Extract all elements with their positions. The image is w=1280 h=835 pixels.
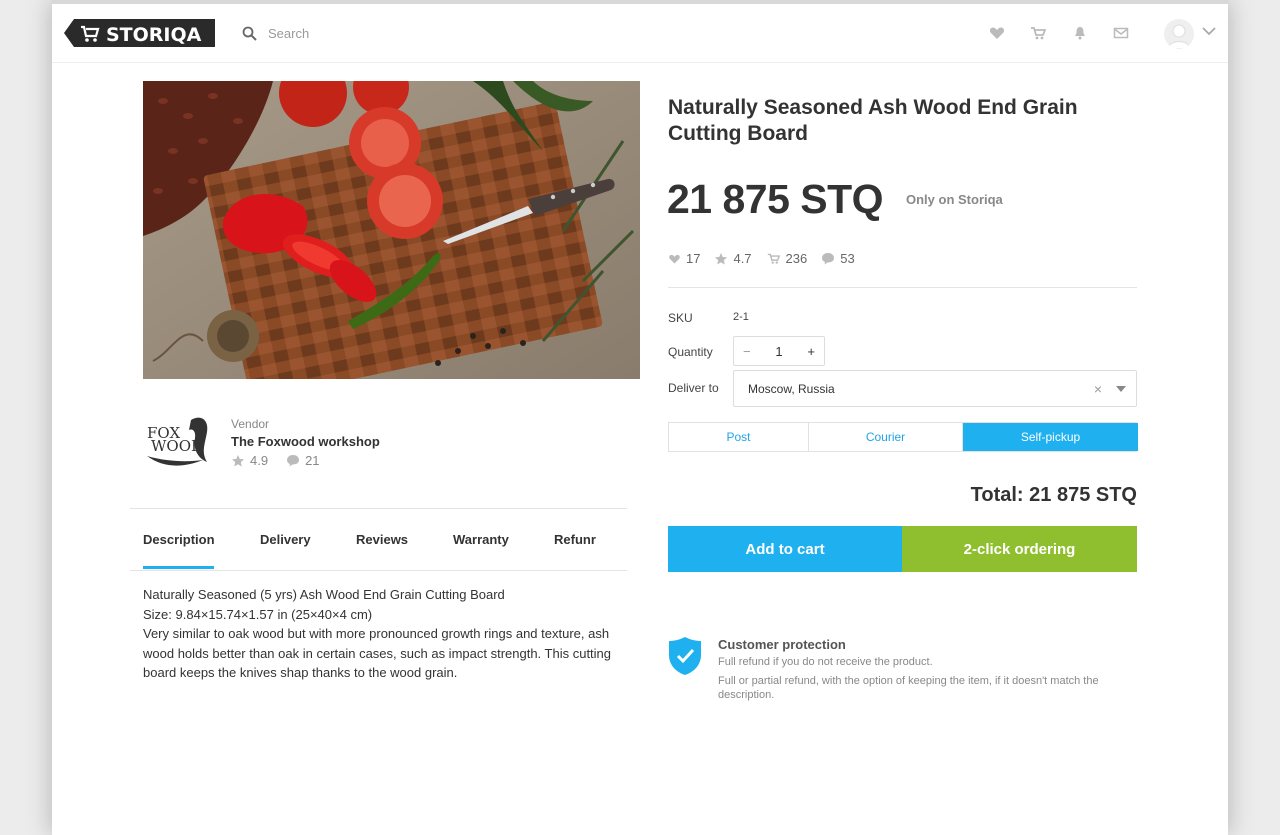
- quantity-value[interactable]: 1: [775, 344, 782, 359]
- dropdown-caret-icon[interactable]: [1116, 386, 1126, 392]
- stats-divider: [668, 287, 1137, 288]
- comments-stat[interactable]: 53: [821, 251, 855, 266]
- logo-text: STORIQA: [106, 24, 202, 46]
- quantity-stepper[interactable]: − 1 +: [733, 336, 825, 366]
- vendor-divider: [130, 508, 627, 509]
- description-line-3: Very similar to oak wood but with more p…: [143, 626, 612, 680]
- quantity-increment-button[interactable]: +: [807, 344, 815, 359]
- active-tab-indicator: [143, 566, 214, 569]
- delivery-method-selector: Post Courier Self-pickup: [668, 422, 1138, 452]
- exclusive-label: Only on Storiqa: [906, 192, 1003, 207]
- sku-value: 2-1: [733, 311, 749, 323]
- shield-check-icon: [669, 637, 701, 675]
- deliver-to-value: Moscow, Russia: [748, 382, 835, 396]
- vendor-name[interactable]: The Foxwood workshop: [231, 434, 380, 449]
- vendor-caption: Vendor: [231, 417, 270, 431]
- orders-count: 236: [785, 251, 808, 266]
- deliver-label: Deliver to: [668, 381, 719, 395]
- search-icon[interactable]: [242, 26, 258, 42]
- bell-icon[interactable]: [1072, 25, 1088, 41]
- cutting-board-photo: [143, 81, 640, 379]
- star-icon: [232, 454, 244, 466]
- header: STORIQA: [52, 4, 1228, 63]
- tab-warranty[interactable]: Warranty: [453, 532, 509, 547]
- tabs-divider: [130, 570, 627, 571]
- likes-count: 17: [686, 251, 701, 266]
- heart-icon: [669, 254, 680, 263]
- tab-delivery[interactable]: Delivery: [260, 532, 311, 547]
- heart-icon[interactable]: [989, 25, 1005, 41]
- comment-icon: [822, 253, 835, 265]
- search-input[interactable]: [268, 20, 568, 46]
- delivery-method-courier[interactable]: Courier: [808, 423, 962, 451]
- vendor-logo[interactable]: FOX WOOD: [143, 410, 215, 472]
- deliver-to-select[interactable]: Moscow, Russia ×: [733, 370, 1137, 407]
- tab-reviews[interactable]: Reviews: [356, 532, 408, 547]
- quantity-decrement-button[interactable]: −: [743, 344, 751, 359]
- vendor-comments: 21: [305, 453, 320, 468]
- cart-icon[interactable]: [1030, 25, 1046, 41]
- total-price: Total: 21 875 STQ: [970, 484, 1137, 506]
- avatar[interactable]: [1164, 19, 1194, 49]
- tab-refund[interactable]: Refunr: [554, 532, 596, 547]
- two-click-order-button[interactable]: 2-click ordering: [902, 526, 1137, 572]
- description-line-1: Naturally Seasoned (5 yrs) Ash Wood End …: [143, 587, 505, 602]
- tab-description[interactable]: Description: [143, 532, 215, 547]
- cart-icon: [767, 253, 780, 264]
- comment-icon: [287, 455, 300, 467]
- add-to-cart-button[interactable]: Add to cart: [668, 526, 902, 572]
- product-title: Naturally Seasoned Ash Wood End Grain Cu…: [668, 96, 1078, 145]
- chevron-down-icon[interactable]: [1202, 26, 1216, 36]
- user-icon: [1167, 24, 1191, 49]
- vendor-rating: 4.9: [250, 453, 269, 468]
- protection-line-2: Full or partial refund, with the option …: [718, 675, 1099, 701]
- app-window: STORIQA Search FOX WOOD Vendor The Foxwo…: [52, 0, 1228, 835]
- comments-count: 53: [840, 251, 855, 266]
- mail-icon[interactable]: [1113, 25, 1129, 41]
- sku-label: SKU: [668, 311, 693, 325]
- likes-stat[interactable]: 17: [668, 251, 700, 266]
- protection-title: Customer protection: [718, 637, 846, 652]
- delivery-method-self-pickup[interactable]: Self-pickup: [962, 423, 1138, 451]
- protection-line-1: Full refund if you do not receive the pr…: [718, 656, 933, 668]
- delivery-method-post[interactable]: Post: [669, 423, 808, 451]
- star-icon: [715, 252, 728, 264]
- product-image[interactable]: [143, 81, 640, 379]
- description-text: Naturally Seasoned (5 yrs) Ash Wood End …: [143, 585, 633, 683]
- vendor-stats: 4.9 21: [231, 453, 320, 468]
- orders-stat: 236: [766, 251, 808, 266]
- product-price: 21 875 STQ: [667, 176, 884, 222]
- rating-value: 4.7: [733, 251, 752, 266]
- quantity-label: Quantity: [668, 345, 713, 359]
- clear-icon[interactable]: ×: [1094, 381, 1102, 397]
- storiqa-logo[interactable]: STORIQA: [64, 19, 215, 47]
- description-line-2: Size: 9.84×15.74×1.57 in (25×40×4 cm): [143, 606, 373, 622]
- product-stats: 17 4.7 236 53: [668, 251, 869, 266]
- rating-stat: 4.7: [714, 251, 752, 266]
